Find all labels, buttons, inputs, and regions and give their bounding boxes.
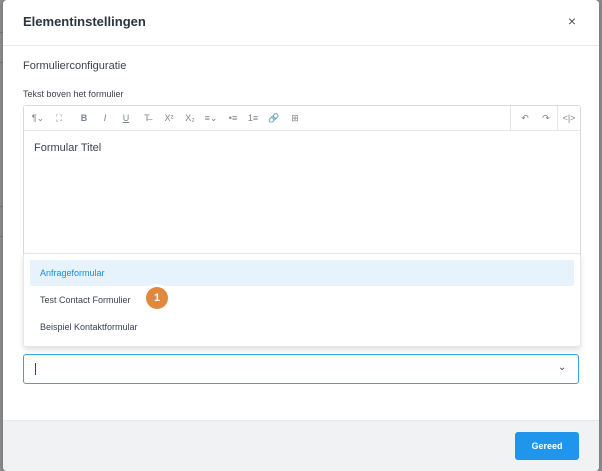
dropdown-option-anfrageformular[interactable]: Anfrageformular xyxy=(30,260,574,286)
modal-footer: Gereed xyxy=(3,420,599,471)
link-icon[interactable]: 🔗 xyxy=(267,110,281,126)
close-icon[interactable]: × xyxy=(563,12,581,30)
form-select-dropdown: Anfrageformular Test Contact Formulier B… xyxy=(23,253,581,347)
paragraph-format-icon[interactable]: ¶⌄ xyxy=(30,110,46,126)
toolbar-divider xyxy=(510,106,511,130)
align-icon[interactable]: ≡⌄ xyxy=(201,110,221,126)
undo-icon[interactable]: ↶ xyxy=(518,110,532,126)
toolbar-divider xyxy=(557,106,558,130)
rich-text-editor[interactable]: ¶⌄ ⛶ B I U T̶ X² X₂ ≡⌄ •≡ 1≡ 🔗 ⊞ ↶ ↷ <|>… xyxy=(23,105,581,257)
editor-content[interactable]: Formular Titel xyxy=(34,142,101,154)
superscript-icon[interactable]: X² xyxy=(161,110,177,126)
element-settings-modal: Elementinstellingen × Formulierconfigura… xyxy=(3,0,599,471)
step-marker-badge: 1 xyxy=(146,287,168,309)
editor-toolbar: ¶⌄ ⛶ B I U T̶ X² X₂ ≡⌄ •≡ 1≡ 🔗 ⊞ ↶ ↷ <|> xyxy=(24,106,580,131)
dropdown-option-beispiel-kontaktformular[interactable]: Beispiel Kontaktformular xyxy=(30,314,574,340)
bold-icon[interactable]: B xyxy=(77,110,91,126)
dropdown-option-test-contact-formulier[interactable]: Test Contact Formulier xyxy=(30,287,574,313)
field-label: Tekst boven het formulier xyxy=(23,89,124,99)
redo-icon[interactable]: ↷ xyxy=(539,110,553,126)
modal-header: Elementinstellingen × xyxy=(3,0,599,46)
strikethrough-icon[interactable]: T̶ xyxy=(140,110,154,126)
italic-icon[interactable]: I xyxy=(98,110,112,126)
modal-title: Elementinstellingen xyxy=(23,14,146,29)
text-cursor xyxy=(35,363,36,375)
section-title: Formulierconfiguratie xyxy=(23,60,127,72)
numbered-list-icon[interactable]: 1≡ xyxy=(246,110,260,126)
bullet-list-icon[interactable]: •≡ xyxy=(226,110,240,126)
underline-icon[interactable]: U xyxy=(119,110,133,126)
form-select-input[interactable]: ⌄ xyxy=(23,354,579,384)
clear-format-icon[interactable]: ⛶ xyxy=(52,110,66,126)
table-icon[interactable]: ⊞ xyxy=(288,110,302,126)
subscript-icon[interactable]: X₂ xyxy=(182,110,198,126)
done-button[interactable]: Gereed xyxy=(515,432,579,460)
chevron-down-icon[interactable]: ⌄ xyxy=(558,362,566,373)
code-view-icon[interactable]: <|> xyxy=(561,110,577,126)
